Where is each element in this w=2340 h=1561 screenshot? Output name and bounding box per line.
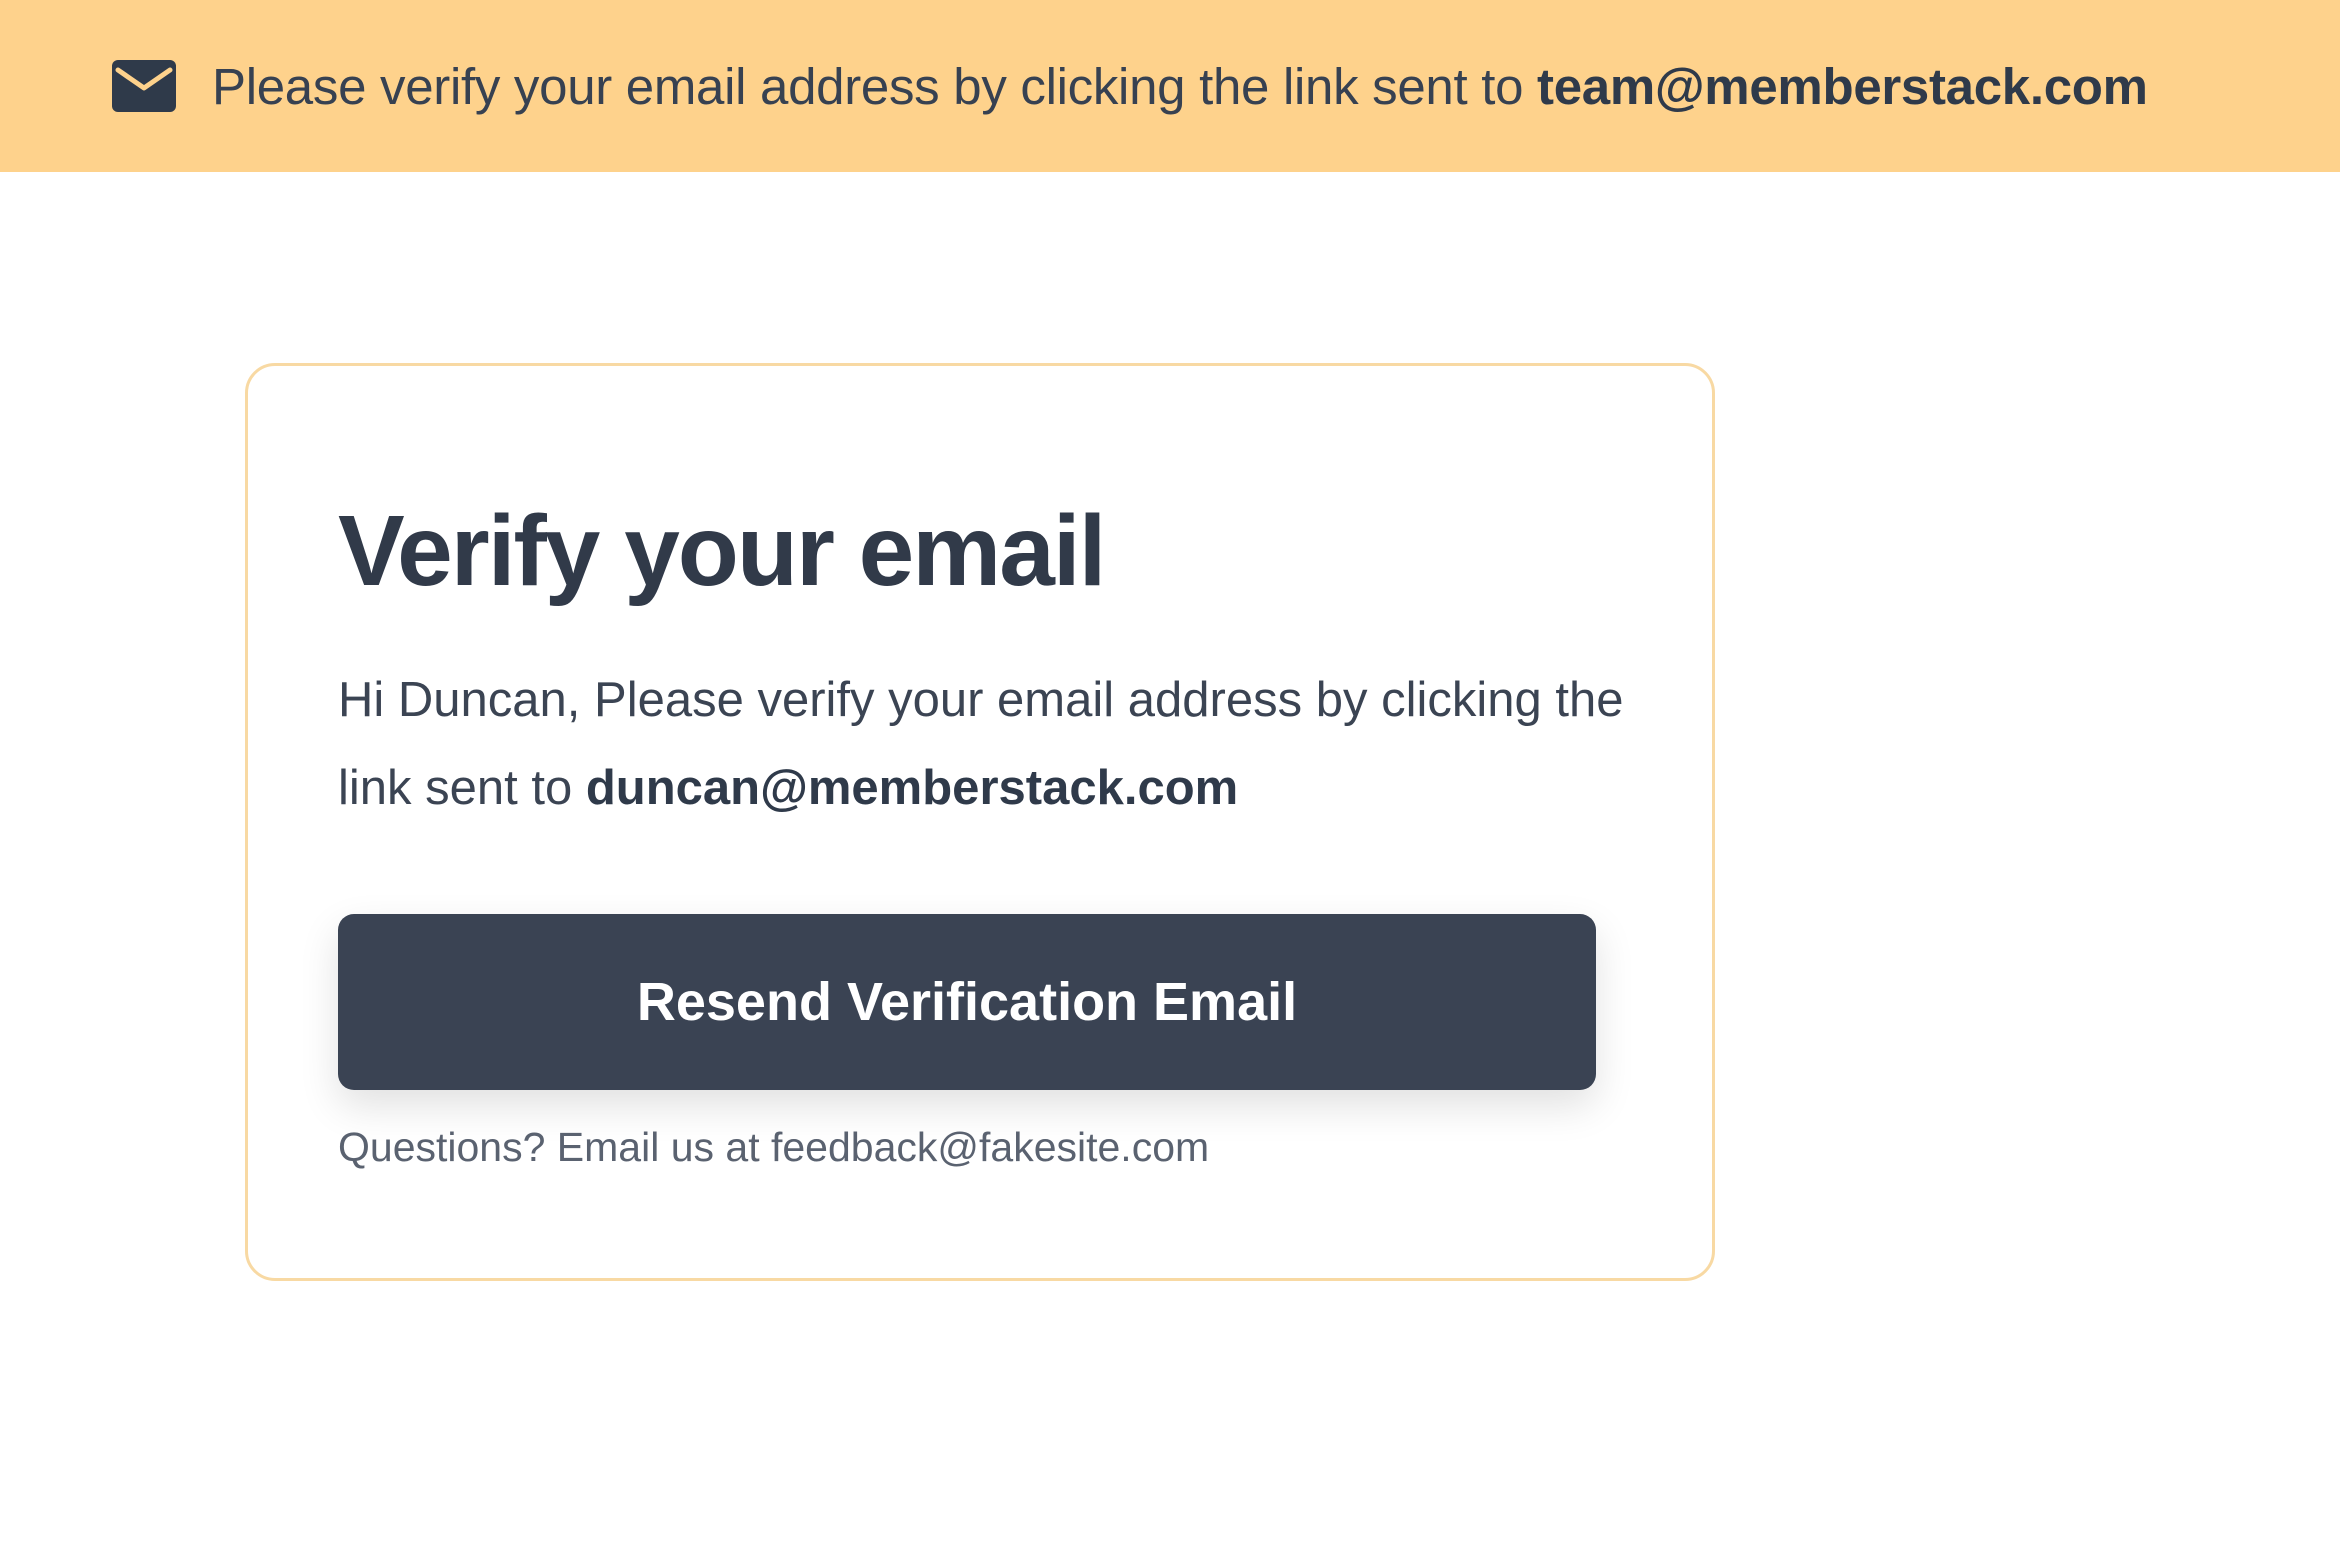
verify-email-card: Verify your email Hi Duncan, Please veri…	[245, 363, 1715, 1281]
banner-email: team@memberstack.com	[1537, 57, 2148, 115]
verification-banner: Please verify your email address by clic…	[0, 0, 2340, 172]
banner-message-text: Please verify your email address by clic…	[212, 57, 1538, 115]
user-email: duncan@memberstack.com	[585, 761, 1239, 815]
envelope-icon	[112, 60, 176, 112]
resend-verification-button[interactable]: Resend Verification Email	[338, 914, 1596, 1090]
page-title: Verify your email	[338, 495, 1106, 607]
help-contact-text: Questions? Email us at feedback@fakesite…	[338, 1124, 1210, 1170]
banner-message: Please verify your email address by clic…	[212, 57, 2148, 116]
verify-instructions: Hi Duncan, Please verify your email addr…	[338, 656, 1638, 832]
